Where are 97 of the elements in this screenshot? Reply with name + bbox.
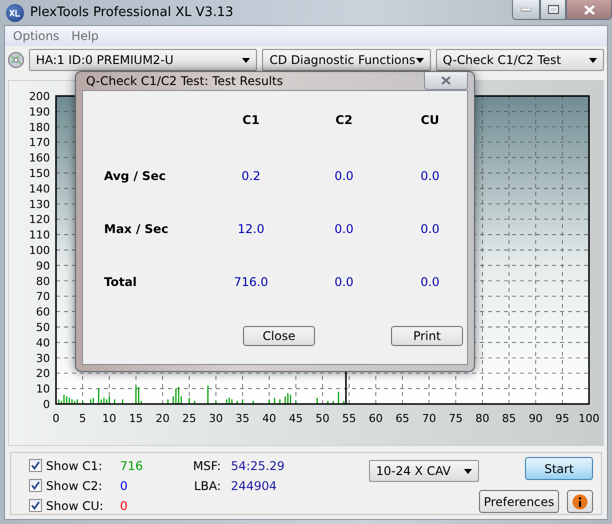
result-value: 0.0: [419, 222, 441, 236]
test-dropdown[interactable]: Q-Check C1/C2 Test: [436, 49, 604, 71]
maximize-button[interactable]: [540, 0, 566, 20]
checkbox[interactable]: [29, 479, 42, 492]
result-value: 0.2: [240, 168, 262, 182]
dialog-title: Q-Check C1/C2 Test: Test Results: [86, 74, 283, 88]
y-tick-label: 100: [29, 244, 50, 257]
caret-icon: [242, 58, 250, 62]
checkbox[interactable]: [29, 459, 42, 472]
x-tick-label: 40: [262, 412, 276, 425]
caret-icon: [464, 468, 472, 474]
column-header: CU: [420, 113, 440, 127]
x-tick-label: 15: [128, 412, 143, 425]
y-tick-label: 90: [36, 259, 50, 272]
x-tick-label: 80: [475, 412, 490, 425]
x-tick-label: 5: [79, 412, 86, 425]
close-icon: [441, 76, 451, 85]
y-tick-label: 110: [29, 228, 50, 242]
drive-dropdown[interactable]: HA:1 ID:0 PREMIUM2-U: [28, 49, 258, 71]
position-value: 54:25.29: [230, 458, 285, 472]
close-dialog-button[interactable]: Close: [243, 326, 315, 346]
count-value: 0: [120, 498, 128, 512]
row-label: Avg / Sec: [103, 168, 167, 182]
maximize-icon: [548, 5, 558, 14]
result-value: 12.0: [236, 222, 266, 236]
x-tick-label: 75: [448, 412, 463, 425]
x-tick-label: 90: [528, 412, 543, 425]
y-tick-label: 170: [29, 136, 50, 150]
window-title: PlexTools Professional XL V3.13: [30, 5, 234, 20]
x-tick-label: 65: [395, 412, 410, 425]
checkbox-label: Show C2:: [46, 478, 104, 492]
y-tick-label: 50: [36, 321, 50, 334]
row-label: Max / Sec: [103, 222, 170, 236]
x-tick-label: 100: [578, 412, 600, 425]
y-tick-label: 180: [29, 120, 50, 134]
print-button[interactable]: Print: [391, 326, 463, 346]
x-tick-label: 30: [208, 412, 223, 425]
caret-icon: [416, 58, 424, 62]
result-value: 0.0: [333, 168, 355, 182]
category-dropdown[interactable]: CD Diagnostic Functions: [262, 49, 431, 71]
y-tick-label: 200: [29, 90, 50, 103]
y-tick-label: 30: [36, 352, 50, 365]
menu-item[interactable]: Options: [9, 29, 64, 43]
checkbox[interactable]: [29, 499, 42, 512]
x-tick-label: 95: [555, 412, 570, 425]
y-tick-label: 130: [29, 198, 50, 211]
y-tick-label: 40: [36, 336, 50, 350]
app-logo-icon: [6, 4, 24, 22]
row-label: Total: [103, 274, 138, 288]
preferences-button[interactable]: Preferences: [479, 490, 559, 513]
y-tick-label: 10: [36, 382, 50, 396]
column-header: C1: [241, 113, 261, 127]
caret-icon: [589, 58, 597, 62]
y-tick-label: 150: [29, 167, 50, 180]
checkbox-label: Show C1:: [46, 458, 104, 472]
x-tick-label: 70: [422, 412, 436, 425]
close-button[interactable]: [424, 72, 468, 90]
y-tick-label: 60: [36, 306, 50, 319]
position-label: MSF:: [192, 458, 221, 472]
count-value: 0: [120, 478, 128, 492]
count-value: 716: [120, 458, 143, 472]
close-icon: [584, 4, 594, 14]
minimize-icon: [521, 8, 531, 12]
x-tick-label: 25: [182, 412, 196, 425]
start-button[interactable]: Start: [525, 457, 593, 480]
disc-icon: [8, 52, 24, 68]
y-tick-label: 120: [29, 213, 50, 226]
position-value: 244904: [230, 478, 277, 492]
y-tick-label: 140: [29, 182, 50, 196]
x-tick-label: 35: [236, 412, 250, 425]
position-label: LBA:: [192, 478, 221, 492]
info-button[interactable]: [567, 490, 593, 513]
x-tick-label: 60: [368, 412, 383, 425]
speed-dropdown[interactable]: 10-24 X CAV: [369, 460, 479, 482]
result-value: 0.0: [419, 168, 441, 182]
x-tick-label: 20: [156, 412, 170, 425]
x-tick-label: 55: [342, 412, 356, 425]
close-button[interactable]: [566, 0, 612, 20]
y-tick-label: 160: [29, 152, 50, 165]
minimize-button[interactable]: [512, 0, 540, 20]
y-tick-label: 70: [36, 290, 50, 304]
x-tick-label: 10: [102, 412, 116, 425]
checkbox-label: Show CU:: [46, 498, 104, 512]
x-tick-label: 85: [502, 412, 516, 425]
y-tick-label: 0: [43, 398, 50, 411]
x-tick-label: 45: [288, 412, 303, 425]
result-value: 716.0: [232, 274, 270, 288]
y-tick-label: 190: [29, 105, 50, 118]
result-value: 0.0: [333, 222, 355, 236]
result-value: 0.0: [333, 274, 355, 288]
y-tick-label: 80: [36, 274, 50, 288]
x-tick-label: 0: [52, 412, 60, 425]
menu-item[interactable]: Help: [67, 29, 103, 43]
result-value: 0.0: [419, 274, 441, 288]
x-tick-label: 50: [316, 412, 330, 425]
column-header: C2: [334, 113, 354, 127]
y-tick-label: 20: [36, 367, 50, 380]
